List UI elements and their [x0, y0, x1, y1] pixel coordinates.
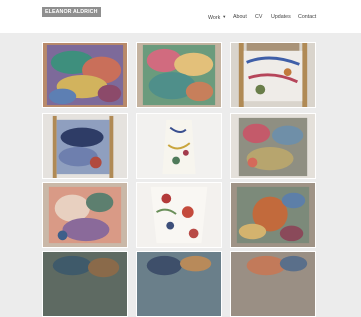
artwork-thumbnail[interactable]: [136, 182, 222, 248]
artwork-thumbnail[interactable]: [136, 251, 222, 317]
painting-thumbnail-icon: [231, 252, 315, 316]
artwork-thumbnail[interactable]: [136, 113, 222, 179]
painting-thumbnail-icon: [137, 252, 221, 316]
artwork-thumbnail[interactable]: [230, 251, 316, 317]
painting-thumbnail-icon: [43, 114, 127, 178]
artwork-thumbnail[interactable]: [42, 251, 128, 317]
chevron-down-icon: ▼: [222, 14, 227, 19]
painting-thumbnail-icon: [137, 114, 221, 178]
artwork-thumbnail[interactable]: [42, 42, 128, 108]
painting-thumbnail-icon: [43, 252, 127, 316]
painting-thumbnail-icon: [231, 114, 315, 178]
painting-thumbnail-icon: [137, 43, 221, 107]
nav-item-label: Work: [208, 15, 221, 21]
nav-item-updates[interactable]: Updates: [271, 13, 291, 21]
nav-item-contact[interactable]: Contact: [298, 13, 316, 21]
artwork-thumbnail[interactable]: [230, 113, 316, 179]
artwork-thumbnail[interactable]: [230, 42, 316, 108]
nav-item-cv[interactable]: CV: [255, 13, 262, 21]
site-header: ELEANOR ALDRICH Work ▼ About CV Updates C…: [0, 0, 361, 33]
painting-thumbnail-icon: [231, 43, 315, 107]
artwork-thumbnail[interactable]: [136, 42, 222, 108]
painting-thumbnail-icon: [43, 183, 127, 247]
artwork-thumbnail[interactable]: [230, 182, 316, 248]
main-nav: Work ▼ About CV Updates Contact: [0, 13, 361, 23]
artwork-thumbnail[interactable]: [42, 113, 128, 179]
painting-thumbnail-icon: [43, 43, 127, 107]
nav-item-work[interactable]: Work ▼: [208, 13, 226, 22]
painting-thumbnail-icon: [231, 183, 315, 247]
artwork-thumbnail[interactable]: [42, 182, 128, 248]
nav-item-about[interactable]: About: [233, 13, 247, 21]
painting-thumbnail-icon: [137, 183, 221, 247]
